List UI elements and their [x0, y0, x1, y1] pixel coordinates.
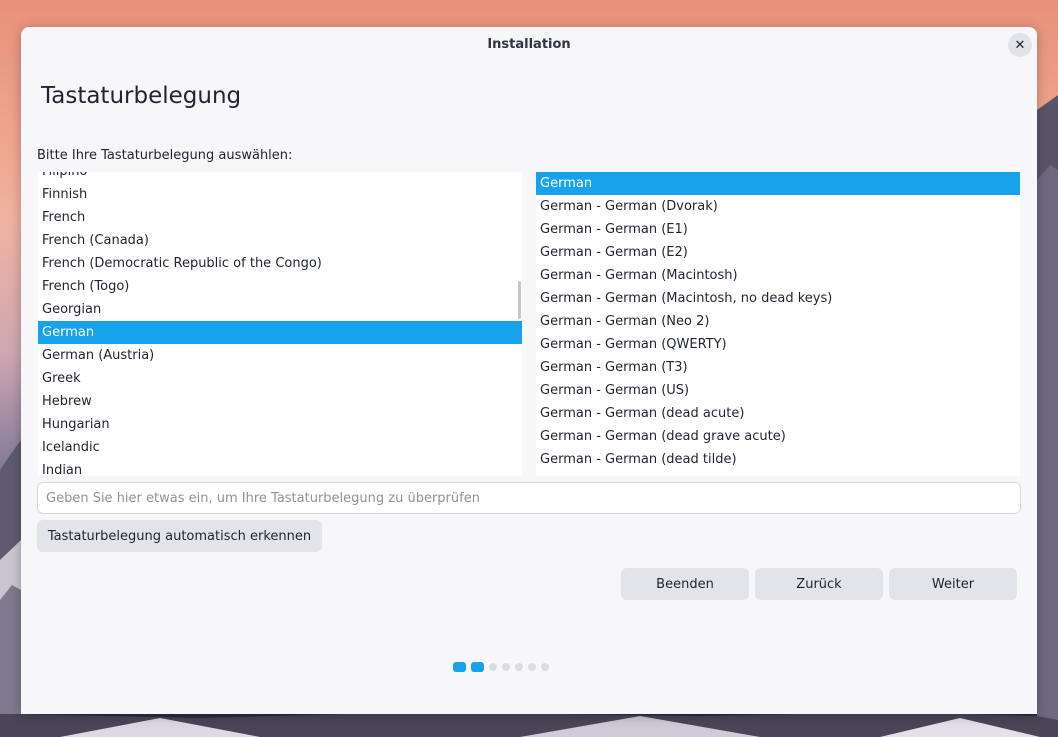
quit-button[interactable]: Beenden — [621, 568, 749, 600]
layout-list-item[interactable]: Greek — [38, 367, 522, 390]
layout-list-item[interactable]: French — [38, 206, 522, 229]
window-title: Installation — [487, 37, 571, 52]
keyboard-variant-list[interactable]: German German - German (Dvorak) German -… — [536, 172, 1020, 476]
layout-list-item[interactable]: Icelandic — [38, 436, 522, 459]
variant-list-item[interactable]: German - German (US) — [536, 379, 1020, 402]
layout-list-item[interactable]: French (Canada) — [38, 229, 522, 252]
variant-list-item[interactable]: German - German (E2) — [536, 241, 1020, 264]
variant-list-item[interactable]: German - German (Neo 2) — [536, 310, 1020, 333]
layout-list-item[interactable]: Indian — [38, 459, 522, 476]
close-icon: ✕ — [1014, 37, 1026, 53]
variant-list-item[interactable]: German - German (Dvorak) — [536, 195, 1020, 218]
layout-list-scrollbar[interactable] — [518, 281, 521, 319]
progress-dot — [541, 663, 549, 671]
titlebar: Installation ✕ — [21, 27, 1037, 63]
variant-list-item[interactable]: German - German (Macintosh) — [536, 264, 1020, 287]
layout-list-item[interactable]: Hungarian — [38, 413, 522, 436]
progress-dot-completed — [471, 662, 484, 672]
layout-prompt-label: Bitte Ihre Tastaturbelegung auswählen: — [37, 148, 293, 163]
progress-dot — [515, 663, 523, 671]
variant-list-item[interactable]: German - German (dead tilde) — [536, 448, 1020, 471]
layout-list-item[interactable]: Finnish — [38, 183, 522, 206]
variant-list-item-selected[interactable]: German — [536, 172, 1020, 195]
keyboard-layout-list[interactable]: Filipino Finnish French French (Canada) … — [38, 172, 522, 476]
page-title: Tastaturbelegung — [41, 83, 242, 109]
layout-list-item[interactable]: Hebrew — [38, 390, 522, 413]
back-button[interactable]: Zurück — [755, 568, 883, 600]
layout-list-item-selected[interactable]: German — [38, 321, 522, 344]
next-button[interactable]: Weiter — [889, 568, 1017, 600]
variant-list-item[interactable]: German - German (T3) — [536, 356, 1020, 379]
layout-list-item[interactable]: Filipino — [38, 172, 522, 183]
layout-list-item[interactable]: French (Togo) — [38, 275, 522, 298]
layout-list-item[interactable]: German (Austria) — [38, 344, 522, 367]
progress-dot — [528, 663, 536, 671]
variant-list-item[interactable]: German - German (E1) — [536, 218, 1020, 241]
layout-list-item[interactable]: Georgian — [38, 298, 522, 321]
keyboard-test-input[interactable] — [37, 482, 1021, 514]
detect-layout-button[interactable]: Tastaturbelegung automatisch erkennen — [37, 520, 322, 552]
progress-dot-completed — [453, 662, 466, 672]
installer-window: Installation ✕ Tastaturbelegung Bitte Ih… — [21, 27, 1037, 714]
close-button[interactable]: ✕ — [1008, 33, 1032, 57]
variant-list-item[interactable]: German - German (Macintosh, no dead keys… — [536, 287, 1020, 310]
progress-dot — [502, 663, 510, 671]
variant-list-item[interactable]: German - German (dead grave acute) — [536, 425, 1020, 448]
progress-dot — [489, 663, 497, 671]
layout-list-item[interactable]: French (Democratic Republic of the Congo… — [38, 252, 522, 275]
variant-list-item[interactable]: German - German (dead acute) — [536, 402, 1020, 425]
step-progress-indicator — [453, 662, 549, 672]
variant-list-item[interactable]: German - German (QWERTY) — [536, 333, 1020, 356]
